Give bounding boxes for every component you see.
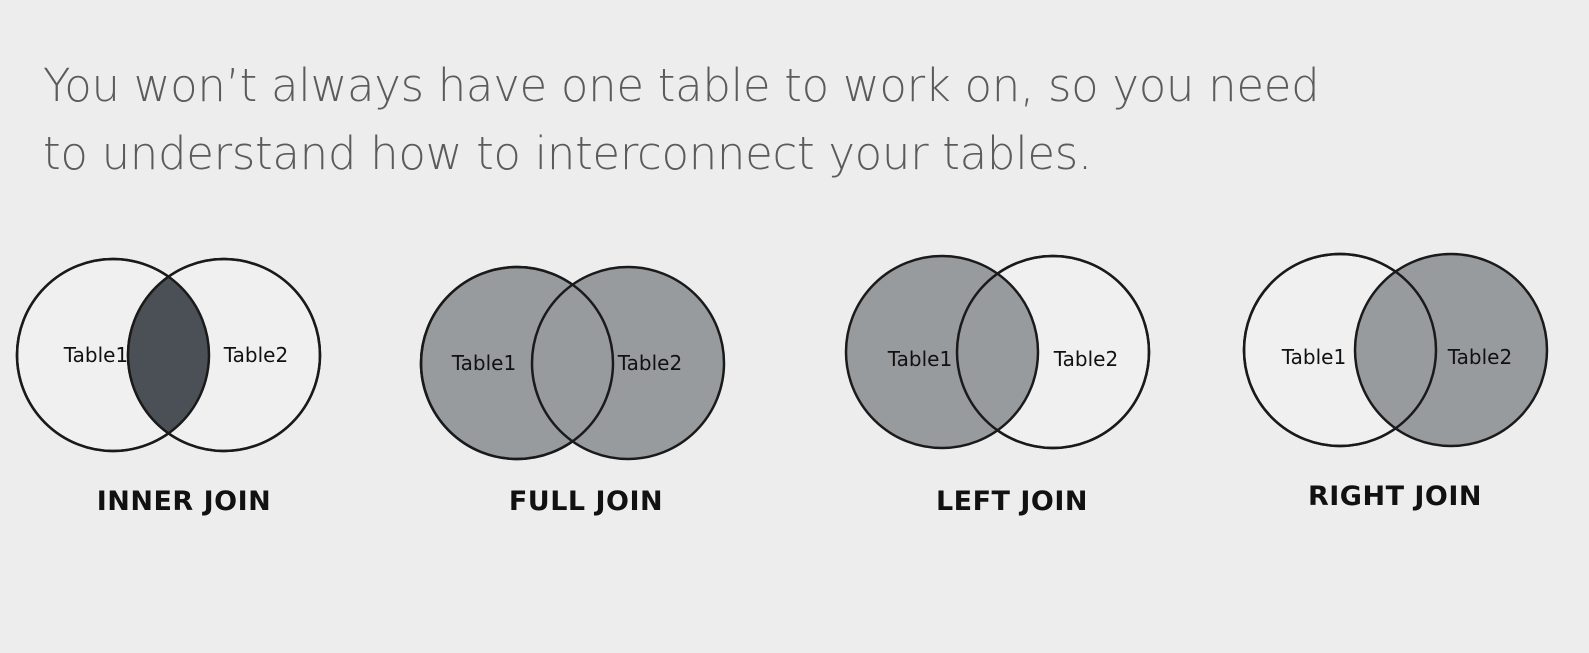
inner-join-title: INNER JOIN	[97, 486, 272, 517]
join-diagrams: Table1 Table2 INNER JOIN Table1 Table2 F…	[15, 252, 1549, 517]
full-join-diagram: Table1 Table2 FULL JOIN	[419, 265, 726, 517]
left-join-title: LEFT JOIN	[936, 486, 1088, 517]
full-join-table1-label: Table1	[451, 351, 516, 375]
left-join-table2-label: Table2	[1053, 347, 1118, 371]
inner-join-table1-label: Table1	[63, 343, 128, 367]
full-join-table2-label: Table2	[617, 351, 682, 375]
right-join-table1-label: Table1	[1281, 345, 1346, 369]
left-join-table1-label: Table1	[887, 347, 952, 371]
inner-join-table2-label: Table2	[223, 343, 288, 367]
right-join-table2-label: Table2	[1447, 345, 1512, 369]
full-join-title: FULL JOIN	[509, 486, 663, 517]
left-join-diagram: Table1 Table2 LEFT JOIN	[844, 254, 1151, 517]
right-join-diagram: Table1 Table2 RIGHT JOIN	[1242, 252, 1549, 512]
inner-join-diagram: Table1 Table2 INNER JOIN	[15, 257, 322, 517]
right-join-title: RIGHT JOIN	[1308, 481, 1482, 512]
